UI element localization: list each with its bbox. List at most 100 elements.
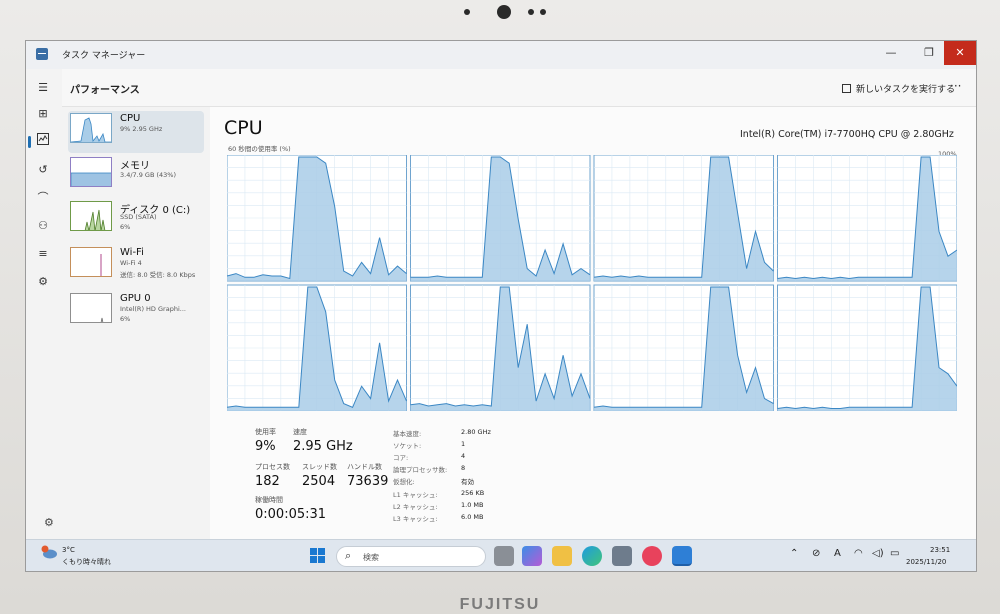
startup-apps-icon[interactable]: ⌒ bbox=[34, 189, 52, 207]
device-name: CPU bbox=[120, 113, 141, 124]
page-title: パフォーマンス bbox=[70, 85, 140, 96]
camera-led-left bbox=[464, 9, 470, 15]
core-graph-1 bbox=[410, 155, 591, 282]
uptime-value: 0:00:05:31 bbox=[255, 507, 327, 522]
device-wifi[interactable]: Wi-Fi Wi-Fi 4 送信: 8.0 受信: 8.0 Kbps bbox=[68, 245, 204, 287]
volume-icon[interactable]: ◁) bbox=[872, 548, 884, 559]
cpu-thumbnail-graph bbox=[71, 117, 111, 142]
memory-thumbnail bbox=[70, 157, 112, 187]
spec-value: 256 KB bbox=[461, 489, 485, 497]
core-graph-7 bbox=[777, 284, 957, 411]
spec-label: L2 キャッシュ: bbox=[393, 503, 438, 511]
speed-value: 2.95 GHz bbox=[293, 439, 353, 454]
spec-value: 1.0 MB bbox=[461, 501, 484, 509]
page-header: パフォーマンス 新しいタスクを実行する ··· bbox=[62, 69, 976, 107]
camera-led-right bbox=[528, 9, 534, 15]
show-hidden-icons-chevron-icon[interactable]: ⌃ bbox=[790, 548, 798, 559]
new-task-icon bbox=[842, 84, 851, 93]
start-button[interactable] bbox=[310, 548, 326, 564]
device-detail-2: 6% bbox=[120, 315, 131, 323]
core-graph-6 bbox=[593, 284, 774, 411]
wifi-icon[interactable]: ◠ bbox=[854, 548, 863, 559]
device-name: GPU 0 bbox=[120, 293, 151, 304]
device-gpu[interactable]: GPU 0 Intel(R) HD Graphi... 6% bbox=[68, 291, 204, 333]
minimize-button[interactable]: — bbox=[876, 41, 906, 65]
cpu-core-graphs bbox=[227, 155, 957, 411]
performance-glyph bbox=[37, 133, 49, 145]
users-icon[interactable]: ⚇ bbox=[34, 217, 52, 235]
location-off-icon[interactable]: ⊘ bbox=[812, 548, 820, 559]
battery-icon[interactable]: ▭ bbox=[890, 548, 899, 559]
start-tile bbox=[310, 556, 317, 563]
spec-label: 仮想化: bbox=[393, 478, 415, 486]
clock-time[interactable]: 23:51 bbox=[930, 546, 950, 554]
memory-thumbnail-graph bbox=[71, 172, 111, 186]
panel-title: CPU bbox=[224, 117, 263, 139]
music-icon[interactable] bbox=[642, 546, 662, 566]
maximize-button[interactable]: ❐ bbox=[914, 41, 944, 65]
disk-thumbnail-graph bbox=[84, 209, 106, 230]
taskbar: 3°C くもり時々晴れ ⌕ 検索 ⌃ ⊘ A ◠ ◁) ▭ 23:51 2025… bbox=[26, 539, 976, 571]
disk-thumbnail bbox=[70, 201, 112, 231]
nav-rail: ☰ ⊞ ↺ ⌒ ⚇ ≡ ⚙ bbox=[26, 69, 62, 539]
core-graph-5 bbox=[410, 284, 591, 411]
uptime-label: 稼働時間 bbox=[255, 496, 283, 504]
core-graph-3 bbox=[777, 155, 957, 282]
search-placeholder: 検索 bbox=[363, 553, 379, 562]
spec-label: L1 キャッシュ: bbox=[393, 491, 438, 499]
weather-description: くもり時々晴れ bbox=[62, 558, 111, 566]
wifi-thumbnail-graph bbox=[100, 254, 102, 276]
processes-icon[interactable]: ⊞ bbox=[34, 105, 52, 123]
device-detail: 9% 2.95 GHz bbox=[120, 125, 163, 133]
clock-date[interactable]: 2025/11/20 bbox=[906, 558, 946, 566]
camera-lens bbox=[497, 5, 511, 19]
run-new-task-button[interactable]: 新しいタスクを実行する bbox=[842, 82, 955, 95]
gpu-thumbnail bbox=[70, 293, 112, 323]
file-explorer-icon[interactable] bbox=[552, 546, 572, 566]
spec-value: 4 bbox=[461, 452, 466, 460]
spec-label: L3 キャッシュ: bbox=[393, 515, 438, 523]
search-input[interactable]: ⌕ 検索 bbox=[336, 546, 486, 567]
core-graph-0 bbox=[227, 155, 407, 282]
services-icon[interactable]: ⚙ bbox=[34, 273, 52, 291]
brand-logo: FUJITSU bbox=[459, 596, 541, 613]
process-label: プロセス数 bbox=[255, 463, 290, 471]
start-tile bbox=[318, 548, 325, 555]
process-value: 182 bbox=[255, 474, 280, 489]
app-history-icon[interactable]: ↺ bbox=[34, 161, 52, 179]
thread-value: 2504 bbox=[302, 474, 336, 489]
webcam bbox=[464, 2, 546, 22]
task-manager-taskbar-icon[interactable] bbox=[672, 546, 692, 566]
close-button[interactable]: ✕ bbox=[944, 41, 976, 65]
weather-icon[interactable] bbox=[40, 545, 58, 559]
device-memory[interactable]: メモリ 3.4/7.9 GB (43%) bbox=[68, 155, 204, 197]
more-options-button[interactable]: ··· bbox=[950, 79, 961, 93]
usage-label: 使用率 bbox=[255, 428, 276, 436]
ime-indicator[interactable]: A bbox=[834, 548, 841, 559]
usage-value: 9% bbox=[255, 439, 276, 454]
core-graph-2 bbox=[593, 155, 774, 282]
gpu-thumbnail-graph bbox=[100, 317, 104, 322]
device-detail: Wi-Fi 4 bbox=[120, 259, 142, 267]
speed-label: 速度 bbox=[293, 428, 307, 436]
task-view-icon[interactable] bbox=[494, 546, 514, 566]
settings-icon[interactable]: ⚙ bbox=[44, 516, 54, 529]
hamburger-menu-icon[interactable]: ☰ bbox=[34, 79, 52, 97]
spec-value: 有効 bbox=[461, 478, 474, 486]
performance-icon[interactable] bbox=[28, 133, 52, 151]
performance-panel: CPU Intel(R) Core(TM) i7-7700HQ CPU @ 2.… bbox=[210, 107, 976, 539]
device-detail: 3.4/7.9 GB (43%) bbox=[120, 171, 177, 179]
edge-icon[interactable] bbox=[582, 546, 602, 566]
device-list: CPU 9% 2.95 GHz メモリ 3.4/7.9 GB (43%) ディス… bbox=[62, 107, 210, 539]
utilization-label: 60 秒間の使用率 (%) bbox=[228, 145, 291, 153]
run-new-task-label: 新しいタスクを実行する bbox=[856, 85, 956, 95]
copilot-icon[interactable] bbox=[522, 546, 542, 566]
weather-temperature: 3°C bbox=[62, 546, 75, 554]
device-disk[interactable]: ディスク 0 (C:) SSD (SATA) 6% bbox=[68, 199, 204, 241]
device-detail: Intel(R) HD Graphi... bbox=[120, 305, 186, 313]
details-icon[interactable]: ≡ bbox=[34, 245, 52, 263]
spec-label: 基本速度: bbox=[393, 430, 422, 438]
device-cpu[interactable]: CPU 9% 2.95 GHz bbox=[68, 111, 204, 153]
window-title: タスク マネージャー bbox=[62, 51, 146, 61]
store-icon[interactable] bbox=[612, 546, 632, 566]
